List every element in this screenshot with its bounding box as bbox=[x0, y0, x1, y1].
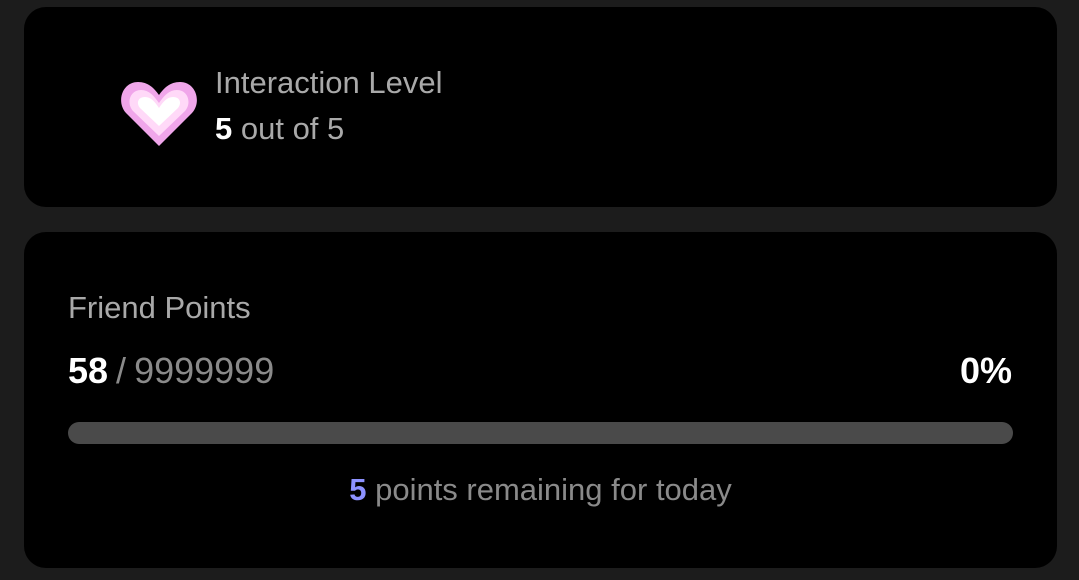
friend-points-label: Friend Points bbox=[68, 290, 251, 325]
interaction-level-label: Interaction Level bbox=[215, 65, 443, 100]
friend-points-percent: 0% bbox=[959, 350, 1012, 391]
friend-points-separator: / bbox=[116, 350, 127, 391]
points-remaining-text: 5 points remaining for today bbox=[24, 472, 1057, 508]
interaction-level-value: 5 out of 5 bbox=[215, 111, 344, 147]
friend-points-progress-bar bbox=[68, 422, 1013, 444]
friend-points-max: 9999999 bbox=[134, 350, 275, 391]
friend-points-value: 58/9999999 bbox=[68, 350, 274, 392]
interaction-level-card: Interaction Level 5 out of 5 bbox=[24, 7, 1057, 207]
interaction-level-current: 5 bbox=[215, 111, 233, 146]
points-remaining-count: 5 bbox=[349, 472, 367, 507]
heart-icon bbox=[121, 82, 197, 146]
friend-points-card: Friend Points 58/9999999 0% 5 points rem… bbox=[24, 232, 1057, 568]
friend-points-current: 58 bbox=[68, 350, 109, 391]
points-remaining-label: points remaining for today bbox=[366, 472, 732, 507]
interaction-level-suffix: out of 5 bbox=[232, 111, 345, 146]
